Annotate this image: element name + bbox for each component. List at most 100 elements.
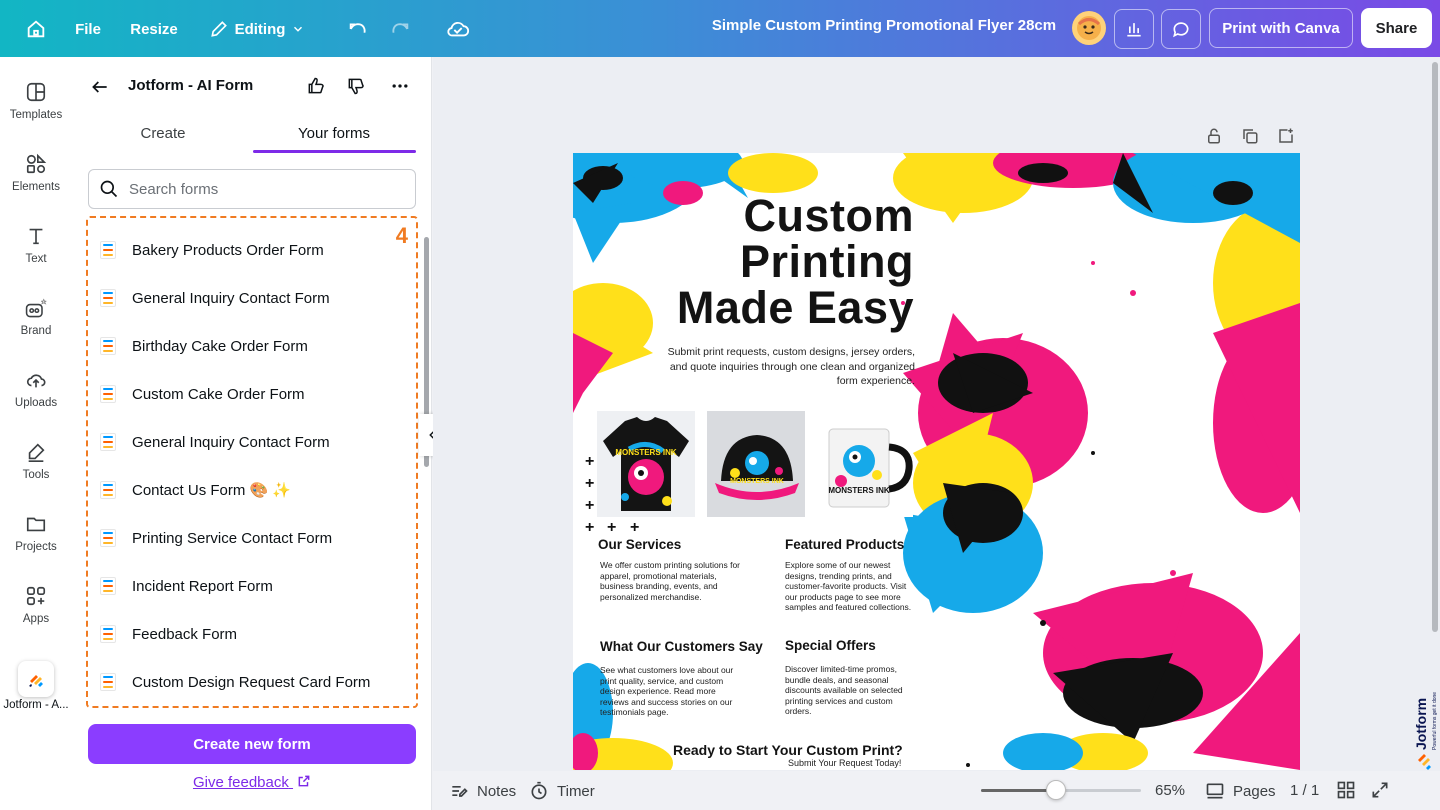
- rail-label: Brand: [20, 325, 52, 337]
- chevron-down-icon: [294, 26, 303, 32]
- rail-jotform-app[interactable]: [18, 661, 54, 697]
- form-list-item[interactable]: General Inquiry Contact Form: [88, 274, 406, 322]
- create-new-form-button[interactable]: Create new form: [88, 724, 416, 764]
- mug-brand-text: MONSTERS INK: [828, 486, 890, 495]
- product-image-jersey[interactable]: MONSTERS INK: [597, 411, 695, 517]
- form-list-item[interactable]: Feedback Form: [88, 610, 406, 658]
- insights-button[interactable]: [1114, 9, 1154, 49]
- comment-icon: [1173, 22, 1189, 38]
- resize-button[interactable]: Resize: [124, 9, 184, 49]
- home-button[interactable]: [16, 9, 56, 49]
- flyer-headline[interactable]: Custom Printing Made Easy: [677, 193, 914, 331]
- pages-label: Pages: [1233, 782, 1276, 800]
- form-list-item[interactable]: Printing Service Contact Form: [88, 514, 406, 562]
- page-count: 1 / 1: [1290, 782, 1320, 799]
- zoom-slider-fill: [981, 789, 1057, 792]
- section-text-offers[interactable]: Discover limited-time promos, bundle dea…: [785, 664, 919, 717]
- section-title-offers[interactable]: Special Offers: [785, 638, 876, 653]
- rail-templates[interactable]: Templates: [0, 61, 72, 127]
- add-page-button[interactable]: [1273, 123, 1299, 149]
- section-title-featured[interactable]: Featured Products: [785, 537, 904, 552]
- back-button[interactable]: [86, 73, 114, 101]
- like-button[interactable]: [301, 71, 331, 101]
- form-list-item[interactable]: Incident Report Form: [88, 562, 406, 610]
- product-image-cap[interactable]: MONSTERS INK: [707, 411, 805, 517]
- editing-label: Editing: [234, 20, 286, 38]
- jotform-form-icon: [100, 625, 116, 643]
- print-with-canva-button[interactable]: Print with Canva: [1209, 8, 1353, 48]
- design-page[interactable]: Custom Printing Made Easy Submit print r…: [573, 153, 1300, 770]
- form-list-item[interactable]: Custom Design Request Card Form: [88, 658, 406, 706]
- cloud-check-icon: [447, 22, 470, 37]
- cloud-saved-button[interactable]: [438, 9, 478, 49]
- product-image-mug[interactable]: MONSTERS INK: [815, 411, 913, 517]
- form-list-item-label: Birthday Cake Order Form: [132, 337, 308, 355]
- thumbs-up-icon: [308, 77, 324, 94]
- form-list-item-label: General Inquiry Contact Form: [132, 289, 330, 307]
- form-list-item-label: General Inquiry Contact Form: [132, 433, 330, 451]
- comments-button[interactable]: [1161, 9, 1201, 49]
- flyer-cta-subtext[interactable]: Submit Your Request Today!: [788, 758, 901, 768]
- rail-text[interactable]: Text: [0, 205, 72, 271]
- section-title-services[interactable]: Our Services: [598, 537, 681, 552]
- jotform-watermark[interactable]: Jotform Powerful forms get it done: [1412, 690, 1440, 770]
- rail-uploads[interactable]: Uploads: [0, 349, 72, 415]
- flyer-cta-heading[interactable]: Ready to Start Your Custom Print?: [673, 742, 903, 758]
- flyer-intro-text[interactable]: Submit print requests, custom designs, j…: [665, 345, 915, 389]
- form-list-item[interactable]: Bakery Products Order Form: [88, 226, 406, 274]
- user-avatar[interactable]: [1072, 11, 1106, 45]
- zoom-percentage[interactable]: 65%: [1155, 782, 1185, 799]
- form-list-item[interactable]: General Inquiry Contact Form: [88, 418, 406, 466]
- forms-list: 4 Bakery Products Order Form General Inqu…: [86, 216, 418, 708]
- section-title-testimonials[interactable]: What Our Customers Say: [600, 639, 763, 654]
- share-button[interactable]: Share: [1361, 8, 1432, 48]
- zoom-slider-handle[interactable]: [1046, 780, 1067, 800]
- undo-button[interactable]: [338, 9, 378, 49]
- section-text-services[interactable]: We offer custom printing solutions for a…: [600, 560, 740, 602]
- pencil-icon: [210, 21, 227, 37]
- brand-icon: [25, 298, 47, 318]
- rail-brand[interactable]: Brand: [0, 277, 72, 343]
- folder-icon: [26, 517, 46, 532]
- rail-label: Templates: [9, 109, 63, 121]
- form-list-item-label: Contact Us Form 🎨 ✨: [132, 482, 292, 499]
- form-list-item[interactable]: Birthday Cake Order Form: [88, 322, 406, 370]
- fullscreen-button[interactable]: [1370, 780, 1390, 804]
- search-input[interactable]: [129, 180, 399, 198]
- notes-button[interactable]: Notes: [449, 781, 516, 801]
- bar-chart-icon: [1127, 23, 1141, 37]
- tab-create[interactable]: Create: [88, 121, 238, 153]
- form-list-item[interactable]: Custom Cake Order Form: [88, 370, 406, 418]
- rail-elements[interactable]: Elements: [0, 133, 72, 199]
- lock-button[interactable]: [1201, 123, 1227, 149]
- plus-mark: +: [585, 519, 595, 536]
- dislike-button[interactable]: [341, 71, 371, 101]
- section-text-featured[interactable]: Explore some of our newest designs, tren…: [785, 560, 915, 613]
- bottom-bar: Notes Timer 65% Pages 1 / 1: [433, 771, 1440, 810]
- thumbs-down-icon: [348, 78, 364, 95]
- search-icon: [100, 180, 118, 198]
- add-page-icon: [1279, 128, 1293, 143]
- timer-button[interactable]: Timer: [529, 781, 595, 801]
- editing-mode-dropdown[interactable]: Editing: [198, 9, 316, 49]
- rail-tools[interactable]: Tools: [0, 421, 72, 487]
- form-list-item[interactable]: Contact Us Form 🎨 ✨: [88, 466, 406, 514]
- more-options-button[interactable]: [385, 71, 415, 101]
- redo-button[interactable]: [380, 9, 420, 49]
- canvas-scrollbar[interactable]: [1432, 62, 1438, 632]
- document-title[interactable]: Simple Custom Printing Promotional Flyer…: [700, 17, 1068, 34]
- search-box: [88, 169, 416, 209]
- rail-projects[interactable]: Projects: [0, 493, 72, 559]
- section-text-testimonials[interactable]: See what customers love about our print …: [600, 665, 736, 718]
- tab-your-forms[interactable]: Your forms: [252, 121, 416, 153]
- file-menu[interactable]: File: [66, 9, 110, 49]
- duplicate-page-button[interactable]: [1237, 123, 1263, 149]
- plus-mark: +: [585, 497, 595, 514]
- give-feedback-link[interactable]: Give feedback: [72, 774, 432, 791]
- pages-button[interactable]: Pages: [1205, 781, 1276, 801]
- notes-label: Notes: [477, 782, 517, 800]
- form-list-item-label: Custom Design Request Card Form: [132, 673, 371, 691]
- jersey-brand-text: MONSTERS INK: [615, 448, 677, 457]
- rail-apps[interactable]: Apps: [0, 565, 72, 631]
- grid-view-button[interactable]: [1336, 780, 1356, 804]
